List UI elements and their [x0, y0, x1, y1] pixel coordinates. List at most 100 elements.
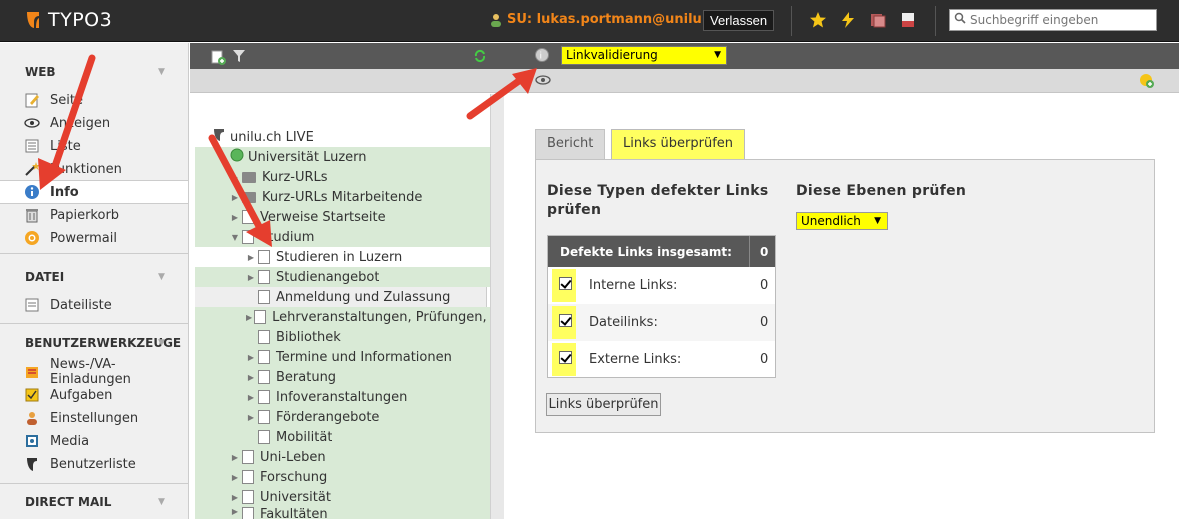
tree-node[interactable]: ▶ Kurz-URLs — [230, 167, 328, 187]
bookmark-star-icon[interactable] — [809, 11, 827, 29]
add-shortcut-icon[interactable] — [1139, 73, 1155, 93]
tree-node-label: Verweise Startseite — [260, 209, 386, 225]
expand-icon[interactable]: ▶ — [230, 213, 240, 222]
chevron-down-icon: ▼ — [714, 50, 721, 60]
tree-node[interactable]: ▶ Förderangebote — [246, 407, 380, 427]
search-input[interactable] — [970, 13, 1150, 27]
tree-node[interactable]: ▶ Fakultäten — [230, 507, 328, 519]
page-icon — [258, 330, 270, 344]
tree-node[interactable]: ▼ Studium — [230, 227, 314, 247]
module-label: Seite — [50, 92, 83, 108]
tree-node[interactable]: Bibliothek — [246, 327, 341, 347]
module-label: Benutzerliste — [50, 456, 136, 472]
module-menu: WEB ▼ Seite Anzeigen Liste Funktionen In… — [0, 43, 189, 519]
module-functions[interactable]: Funktionen — [0, 158, 188, 180]
tree-node-label: Fakultäten — [260, 507, 328, 519]
chevron-down-icon[interactable]: ▼ — [158, 272, 165, 282]
module-info[interactable]: Info — [0, 180, 188, 204]
expand-icon[interactable]: ▶ — [230, 493, 240, 502]
table-row: Dateilinks: 0 — [548, 304, 775, 341]
module-group-direct-mail[interactable]: DIRECT MAIL — [25, 495, 111, 509]
csh-help-icon[interactable]: i — [534, 47, 550, 67]
levels-select[interactable]: Unendlich ▼ — [796, 212, 888, 230]
expand-icon[interactable]: ▶ — [246, 413, 256, 422]
module-page[interactable]: Seite — [0, 89, 188, 111]
chevron-down-icon[interactable]: ▼ — [158, 338, 165, 348]
function-select-value: Linkvalidierung — [566, 48, 658, 62]
view-page-icon[interactable] — [535, 73, 551, 91]
internal-links-checkbox[interactable] — [559, 277, 572, 290]
levels-heading: Diese Ebenen prüfen — [796, 183, 967, 199]
external-links-checkbox[interactable] — [559, 351, 572, 364]
module-tasks[interactable]: Aufgaben — [0, 384, 188, 406]
check-links-button[interactable]: Links überprüfen — [546, 393, 661, 416]
chevron-down-icon[interactable]: ▼ — [158, 497, 165, 507]
tree-node[interactable]: ▶ Verweise Startseite — [230, 207, 386, 227]
tree-node[interactable]: ▶ Lehrveranstaltungen, Prüfungen, R — [246, 307, 490, 327]
expand-icon[interactable]: ▶ — [246, 353, 256, 362]
expand-icon[interactable]: ▶ — [246, 253, 256, 262]
typo3-logo[interactable]: TYPO3 — [24, 7, 112, 33]
expand-icon[interactable]: ▶ — [246, 373, 256, 382]
module-group-web[interactable]: WEB — [25, 65, 56, 79]
tree-node[interactable]: ▶ Infoveranstaltungen — [246, 387, 407, 407]
expand-icon[interactable]: ▶ — [230, 173, 240, 182]
trash-icon — [24, 207, 40, 223]
tree-node[interactable]: ▶ Universität — [230, 487, 331, 507]
module-filelist[interactable]: Dateiliste — [0, 294, 188, 316]
module-powermail[interactable]: Powermail — [0, 227, 188, 249]
opendocs-icon[interactable] — [899, 11, 917, 29]
logout-button[interactable]: Verlassen — [703, 10, 775, 31]
collapse-icon[interactable]: ▼ — [230, 233, 240, 242]
module-media[interactable]: Media — [0, 430, 188, 452]
switch-user-indicator[interactable]: SU: lukas.portmann@unilu.ch — [489, 12, 724, 27]
tree-node[interactable]: Anmeldung und Zulassung — [246, 287, 450, 307]
levels-select-value: Unendlich — [801, 214, 861, 228]
divider — [0, 253, 189, 254]
tree-node[interactable]: ▶ Studienangebot — [246, 267, 380, 287]
tree-root[interactable]: unilu.ch LIVE — [212, 127, 314, 147]
tree-node[interactable]: ▶ Studieren in Luzern — [246, 247, 402, 267]
function-select[interactable]: Linkvalidierung ▼ — [561, 46, 727, 65]
new-page-icon[interactable] — [210, 49, 226, 69]
workspaces-icon[interactable] — [869, 11, 887, 29]
expand-icon[interactable]: ▶ — [246, 393, 256, 402]
chevron-down-icon[interactable]: ▼ — [158, 67, 165, 77]
tree-node-label: Lehrveranstaltungen, Prüfungen, R — [272, 309, 490, 325]
search-box[interactable] — [949, 9, 1157, 31]
expand-icon[interactable]: ▶ — [246, 313, 252, 322]
tree-node-label: Studienangebot — [276, 269, 380, 285]
toolbar-divider — [791, 6, 792, 36]
tree-node[interactable]: Mobilität — [246, 427, 332, 447]
expand-icon[interactable]: ▶ — [230, 193, 240, 202]
file-links-value: 0 — [760, 315, 769, 330]
tree-node[interactable]: ▶ Forschung — [230, 467, 327, 487]
module-news-invitations[interactable]: News-/VA-Einladungen — [0, 357, 188, 387]
tab-check-links[interactable]: Links überprüfen — [611, 129, 746, 160]
tree-node[interactable]: ▶ Termine und Informationen — [246, 347, 452, 367]
tree-node[interactable]: Universität Luzern — [230, 147, 367, 167]
module-settings[interactable]: Einstellungen — [0, 407, 188, 429]
module-group-file[interactable]: DATEI — [25, 270, 64, 284]
module-list[interactable]: Liste — [0, 135, 188, 157]
module-view[interactable]: Anzeigen — [0, 112, 188, 134]
expand-icon[interactable]: ▶ — [246, 273, 256, 282]
tree-node[interactable]: ▶ Kurz-URLs Mitarbeitende — [230, 187, 422, 207]
page-icon — [258, 250, 270, 264]
module-userlist[interactable]: Benutzerliste — [0, 453, 188, 475]
clear-cache-icon[interactable] — [839, 11, 857, 29]
tree-scrollbar[interactable] — [490, 94, 504, 519]
tree-node[interactable]: ▶ Uni-Leben — [230, 447, 326, 467]
tree-node[interactable]: ▶ Beratung — [246, 367, 336, 387]
page-icon — [258, 370, 270, 384]
expand-icon[interactable]: ▶ — [230, 473, 240, 482]
filter-icon[interactable] — [232, 49, 246, 67]
expand-icon[interactable]: ▶ — [230, 453, 240, 462]
file-links-checkbox[interactable] — [559, 314, 572, 327]
docheader-subbar — [190, 69, 1179, 93]
module-recycler[interactable]: Papierkorb — [0, 204, 188, 226]
tab-report[interactable]: Bericht — [535, 129, 606, 159]
refresh-icon[interactable] — [473, 49, 487, 67]
expand-icon[interactable]: ▶ — [230, 507, 240, 516]
module-label: News-/VA-Einladungen — [50, 357, 131, 387]
